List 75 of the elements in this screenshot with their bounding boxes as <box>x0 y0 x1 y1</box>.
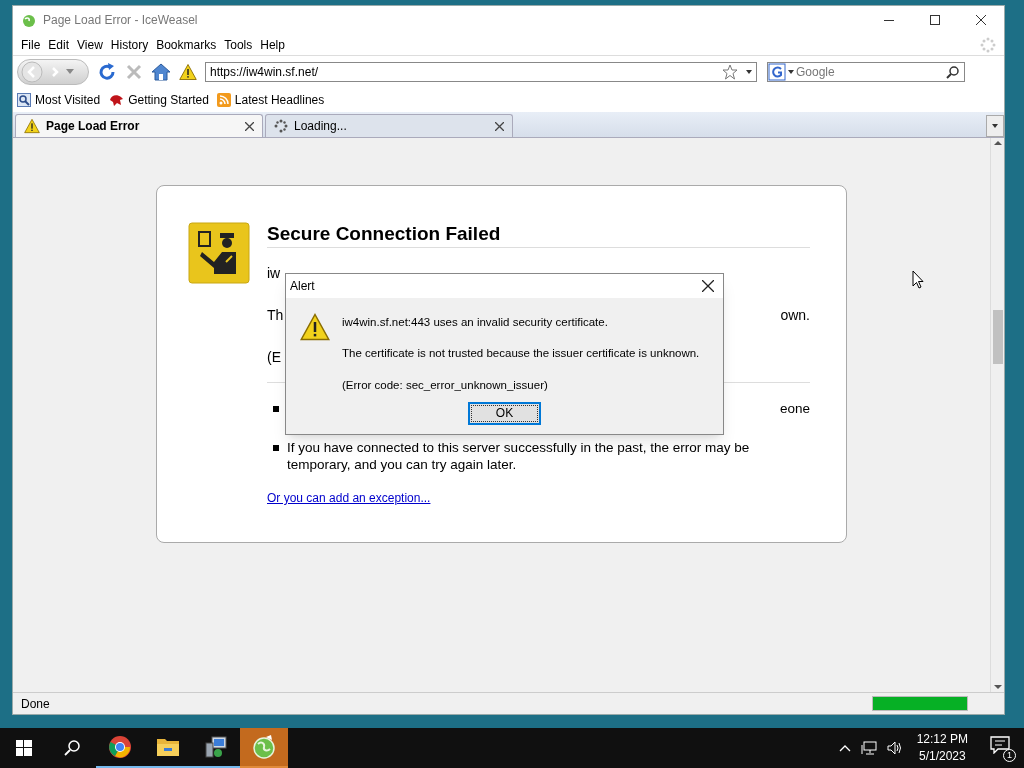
menu-item[interactable]: Tools <box>220 35 257 54</box>
scroll-down-icon[interactable] <box>993 682 1002 692</box>
address-field[interactable]: https://iw4win.sf.net/ <box>210 63 722 81</box>
network-icon[interactable] <box>860 741 877 755</box>
close-icon <box>976 15 986 25</box>
computer-icon[interactable] <box>204 735 228 759</box>
bookmark-link[interactable]: Latest Headlines <box>234 91 325 109</box>
warning-icon <box>24 118 40 134</box>
search-icon <box>64 740 80 756</box>
bullet-icon <box>273 445 279 451</box>
menu-item[interactable]: History <box>106 35 153 54</box>
chrome-icon[interactable] <box>108 735 132 759</box>
minimize-icon <box>884 19 894 21</box>
globe-icon[interactable] <box>251 734 277 760</box>
body-text: iw <box>267 265 281 282</box>
notification-icon[interactable] <box>990 736 1010 754</box>
search-bar[interactable]: Google <box>767 62 965 82</box>
reload-icon[interactable] <box>97 62 117 82</box>
scrollbar-thumb[interactable] <box>992 310 1003 364</box>
menu-item[interactable]: Bookmarks <box>152 35 221 54</box>
body-text: (E <box>267 349 281 366</box>
feed-icon <box>216 93 231 107</box>
spinner-icon <box>274 119 288 133</box>
caret-icon[interactable] <box>746 70 752 74</box>
body-text: own. <box>780 307 810 324</box>
bookmark-link[interactable]: Getting Started <box>128 91 209 109</box>
globe-icon <box>21 12 37 28</box>
dialog-message: (Error code: sec_error_unknown_issuer) <box>342 377 549 393</box>
menu-item[interactable]: File <box>17 35 45 54</box>
tab-list-button[interactable] <box>986 115 1004 137</box>
dialog-message: iw4win.sf.net:443 uses an invalid security certificate. <box>342 315 609 330</box>
magnifier-icon <box>17 93 31 107</box>
star-icon[interactable] <box>722 64 738 80</box>
windows-logo-icon <box>16 740 32 756</box>
folder-icon[interactable] <box>156 736 180 758</box>
window-title: Page Load Error - IceWeasel <box>43 12 198 29</box>
search-field[interactable]: Google <box>796 63 946 81</box>
warning-icon <box>300 312 330 342</box>
ok-button[interactable]: OK <box>468 401 541 425</box>
bird-icon <box>108 93 125 107</box>
dialog-title: Alert <box>290 278 315 295</box>
address-bar[interactable]: https://iw4win.sf.net/ <box>205 62 757 82</box>
warning-icon <box>179 63 197 81</box>
body-text: eone <box>779 400 810 417</box>
menu-item[interactable]: Edit <box>44 35 74 54</box>
bullet-icon <box>273 406 279 412</box>
throbber-icon <box>980 36 996 53</box>
notification-count: 1 <box>1003 749 1016 762</box>
caret-icon <box>992 124 998 128</box>
menu-item[interactable]: View <box>73 35 107 54</box>
close-tab-icon[interactable] <box>495 121 504 131</box>
error-title: Secure Connection Failed <box>267 222 810 248</box>
browser-tab[interactable]: Loading... <box>265 114 513 137</box>
status-text: Done <box>21 695 50 713</box>
g-logo-icon[interactable] <box>768 63 796 81</box>
home-icon[interactable] <box>151 63 171 81</box>
volume-icon[interactable] <box>886 741 903 755</box>
mouse-pointer-icon <box>912 270 924 289</box>
body-text: If you have connected to this server successfully in the past, the error may be temporary, and you can try again later. <box>287 439 751 473</box>
chevron-up-icon[interactable] <box>838 744 851 752</box>
close-icon[interactable] <box>702 280 714 292</box>
menu-item[interactable]: Help <box>256 35 289 54</box>
scrollbar[interactable] <box>990 138 1004 692</box>
maximize-icon <box>930 15 940 25</box>
clock[interactable]: 12:12 PM 5/1/2023 <box>912 731 972 765</box>
close-tab-icon[interactable] <box>245 121 254 131</box>
search-icon[interactable] <box>946 65 960 79</box>
scroll-up-icon[interactable] <box>993 138 1002 148</box>
officer-icon <box>188 222 250 284</box>
dialog-message: The certificate is not trusted because the issuer certificate is unknown. <box>342 346 700 362</box>
browser-tab[interactable]: Page Load Error <box>15 114 263 137</box>
bookmark-link[interactable]: Most Visited <box>35 91 101 109</box>
caret-icon <box>66 69 74 75</box>
add-exception-link[interactable]: Or you can add an exception... <box>267 490 810 507</box>
body-text: Th <box>267 307 284 324</box>
